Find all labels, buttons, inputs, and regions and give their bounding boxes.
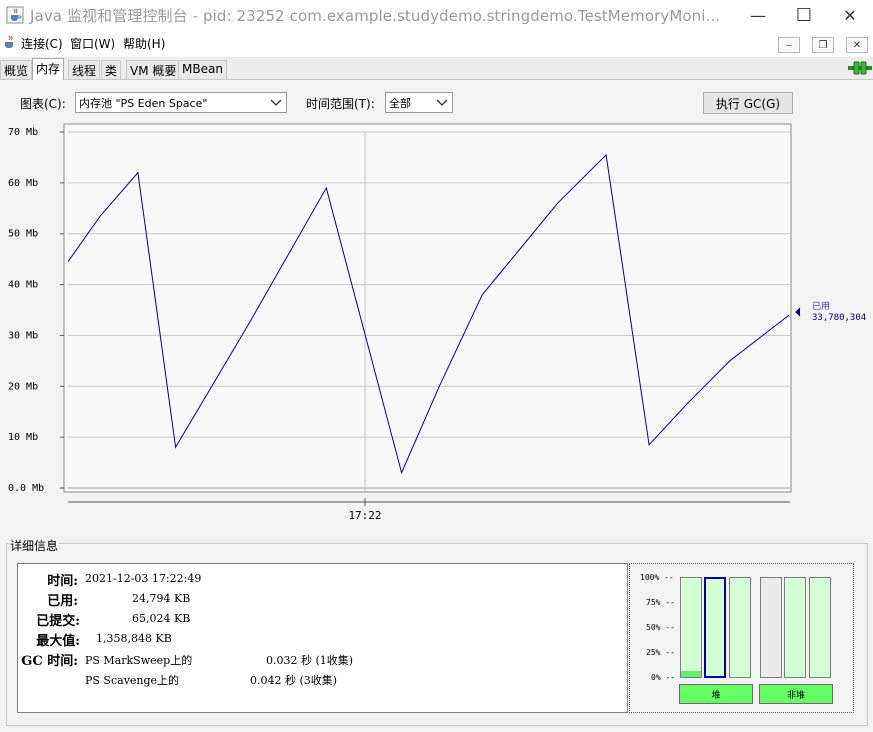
pool-bar-fill <box>681 671 701 677</box>
connection-status-icon <box>848 61 872 75</box>
y-tick-label: 40 Mb <box>8 280 38 291</box>
detail-gc-marksweep-time: 0.032 秒 (1收集) <box>266 654 354 667</box>
y-tick-label: 60 Mb <box>8 178 38 189</box>
y-tick-label: 50 Mb <box>8 229 38 240</box>
title-bar: Java 监视和管理控制台 - pid: 23252 com.example.s… <box>0 0 873 30</box>
detail-value-used: 24,794 KB <box>132 592 191 605</box>
detail-value-max: 1,358,848 KB <box>96 632 172 645</box>
window-close-button[interactable]: ✕ <box>827 0 873 30</box>
chevron-down-icon <box>436 99 448 106</box>
y-tick-label: 0.0 Mb <box>8 483 44 494</box>
menu-connect[interactable]: 连接(C) <box>21 35 63 52</box>
pool-bar-compressed-class[interactable] <box>809 577 831 678</box>
detail-gc-marksweep-label: PS MarkSweep上的 <box>85 654 193 667</box>
tab-overview[interactable]: 概览 <box>0 60 33 79</box>
detail-key-gc-time: GC 时间: <box>21 654 78 669</box>
pct-label-25: 25% -- <box>646 648 675 657</box>
java-cup-icon <box>6 6 24 24</box>
details-info-panel: 时间: 2021-12-03 17:22:49 已用: 24,794 KB 已提… <box>17 563 628 713</box>
tab-mbean[interactable]: MBean <box>178 60 227 79</box>
pool-bar-survivor[interactable] <box>704 577 726 678</box>
chart-label: 图表(C): <box>20 97 66 111</box>
window-minimize-button[interactable]: — <box>735 0 781 30</box>
pool-bar-metaspace[interactable] <box>760 577 782 678</box>
x-tick-label: 17:22 <box>348 509 381 522</box>
y-tick-label: 70 Mb <box>8 127 38 138</box>
menu-window[interactable]: 窗口(W) <box>70 35 115 52</box>
pool-bar-old-gen[interactable] <box>729 577 751 678</box>
time-range-label: 时间范围(T): <box>306 97 375 111</box>
internal-close-button[interactable]: ✕ <box>846 37 868 53</box>
detail-value-time: 2021-12-03 17:22:49 <box>85 572 202 585</box>
window-maximize-button[interactable]: ☐ <box>781 0 827 30</box>
legend-marker-icon <box>795 307 801 317</box>
detail-value-committed: 65,024 KB <box>132 612 191 625</box>
pool-bar-eden[interactable] <box>680 577 702 678</box>
internal-restore-button[interactable]: ❐ <box>812 37 834 53</box>
time-range-select[interactable]: 全部 <box>385 92 453 113</box>
tab-memory[interactable]: 内存 <box>32 58 65 80</box>
window-title: Java 监视和管理控制台 - pid: 23252 com.example.s… <box>30 7 721 25</box>
tab-threads[interactable]: 线程 <box>68 60 101 79</box>
y-tick-label: 10 Mb <box>8 432 38 443</box>
legend-value: 33,780,304 <box>812 313 866 323</box>
y-axis: 70 Mb 60 Mb 50 Mb 40 Mb 30 Mb 20 Mb 10 Mb 0.0 M… <box>8 127 64 494</box>
detail-key-time: 时间: <box>47 574 78 589</box>
tab-classes[interactable]: 类 <box>101 60 122 79</box>
detail-gc-scavenge-label: PS Scavenge上的 <box>85 674 180 687</box>
y-tick-label: 20 Mb <box>8 381 38 392</box>
details-title: 详细信息 <box>9 537 60 554</box>
menu-help[interactable]: 帮助(H) <box>123 35 165 52</box>
memory-chart: 70 Mb 60 Mb 50 Mb 40 Mb 30 Mb 20 Mb 10 Mb 0.0 M… <box>0 120 873 530</box>
detail-key-committed: 已提交: <box>36 614 80 629</box>
detail-key-max: 最大值: <box>36 634 80 649</box>
pct-label-100: 100% -- <box>640 573 674 582</box>
non-heap-button[interactable]: 非堆 <box>759 684 833 704</box>
perform-gc-button[interactable]: 执行 GC(G) <box>703 92 793 114</box>
memory-chart-svg: 70 Mb 60 Mb 50 Mb 40 Mb 30 Mb 20 Mb 10 Mb 0.0 M… <box>8 123 866 522</box>
internal-minimize-button[interactable]: ‒ <box>778 37 800 53</box>
pct-label-0: 0% -- <box>651 673 676 682</box>
time-range-value: 全部 <box>389 97 411 110</box>
pct-label-75: 75% -- <box>646 598 675 607</box>
heap-button[interactable]: 堆 <box>679 684 753 704</box>
chart-select[interactable]: 内存池 "PS Eden Space" <box>75 92 287 113</box>
detail-gc-scavenge-time: 0.042 秒 (3收集) <box>250 674 338 687</box>
chevron-down-icon <box>270 99 282 106</box>
y-tick-label: 30 Mb <box>8 330 38 341</box>
memory-pools-panel: 100% -- 75% -- 50% -- 25% -- 0% -- 堆 非堆 <box>629 563 854 713</box>
detail-key-used: 已用: <box>47 594 78 609</box>
tab-vm-summary[interactable]: VM 概要 <box>126 60 181 79</box>
pool-bar-code-cache[interactable] <box>784 577 806 678</box>
legend-label: 已用 <box>812 301 830 312</box>
java-cup-icon[interactable] <box>2 34 18 50</box>
menu-bar: 连接(C) 窗口(W) 帮助(H) <box>0 31 873 55</box>
chart-select-value: 内存池 "PS Eden Space" <box>79 97 208 110</box>
pct-label-50: 50% -- <box>646 623 675 632</box>
